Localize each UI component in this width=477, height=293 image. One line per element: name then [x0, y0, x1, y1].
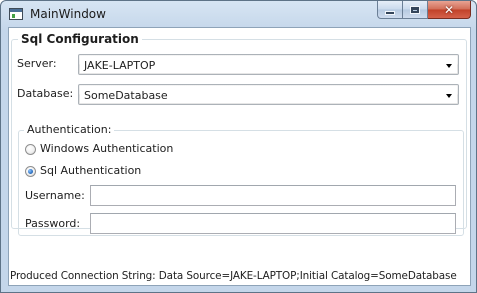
maximize-button[interactable]: [403, 1, 428, 19]
app-window-icon[interactable]: [9, 8, 23, 20]
database-label: Database:: [17, 87, 74, 100]
server-label: Server:: [17, 57, 57, 70]
minimize-icon: [386, 11, 394, 14]
username-label: Username:: [25, 189, 85, 202]
authentication-header: Authentication:: [24, 123, 115, 137]
database-combobox-value: SomeDatabase: [84, 89, 168, 102]
main-window: MainWindow ✕ Sql Configuration Server: J…: [0, 0, 477, 293]
authentication-group: Authentication: Windows Authentication S…: [18, 123, 464, 236]
close-icon: ✕: [443, 2, 455, 17]
window-title: MainWindow: [30, 7, 106, 21]
username-field[interactable]: [90, 185, 456, 206]
server-combobox[interactable]: JAKE-LAPTOP: [78, 54, 459, 75]
close-button[interactable]: ✕: [428, 1, 471, 19]
caption-buttons: ✕: [377, 1, 471, 20]
sql-authentication-radio[interactable]: Sql Authentication: [25, 164, 141, 178]
maximize-icon: [411, 6, 419, 13]
connection-string-text: Produced Connection String: Data Source=…: [10, 270, 457, 282]
server-combobox-value: JAKE-LAPTOP: [84, 59, 156, 72]
sql-authentication-label[interactable]: Sql Authentication: [40, 164, 141, 178]
minimize-button[interactable]: [377, 1, 403, 19]
chevron-down-icon[interactable]: [446, 64, 452, 68]
title-bar[interactable]: MainWindow ✕: [1, 1, 476, 27]
chevron-down-icon[interactable]: [446, 94, 452, 98]
radio-unchecked-icon[interactable]: [25, 143, 36, 155]
radio-checked-icon[interactable]: [25, 165, 36, 177]
client-area: Sql Configuration Server: JAKE-LAPTOP Da…: [8, 27, 471, 286]
password-label: Password:: [25, 217, 81, 230]
windows-authentication-radio[interactable]: Windows Authentication: [25, 142, 173, 156]
windows-authentication-label[interactable]: Windows Authentication: [40, 142, 173, 156]
sql-configuration-header: Sql Configuration: [18, 32, 142, 46]
password-field[interactable]: [90, 213, 456, 234]
database-combobox[interactable]: SomeDatabase: [78, 84, 459, 105]
connection-string-status: Produced Connection String: Data Source=…: [9, 268, 470, 285]
sql-configuration-group: Sql Configuration Server: JAKE-LAPTOP Da…: [11, 32, 467, 236]
